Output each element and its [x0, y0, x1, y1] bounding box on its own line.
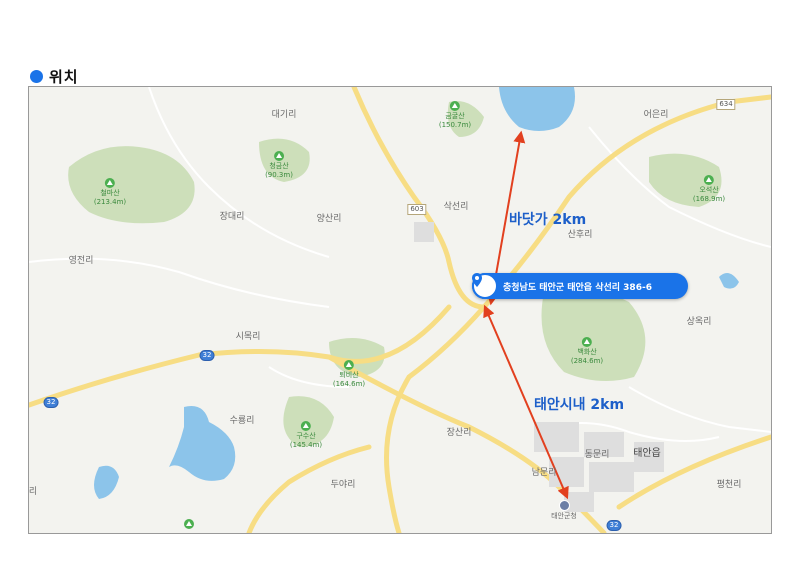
office-icon [559, 500, 570, 511]
place-label: 어은리 [643, 110, 669, 120]
mountain-icon [300, 421, 311, 431]
location-pin-icon [472, 273, 498, 299]
place-label: 남문리 [531, 468, 557, 478]
seaside-distance-label: 바닷가 2km [509, 212, 587, 228]
mountain-marker: 철마산 (213.4m) [94, 178, 126, 207]
place-label: 장산리 [446, 428, 472, 438]
mountain-icon [703, 175, 714, 185]
location-map[interactable]: 634 603 32 32 32 대기리 어은리 삭선리 산후리 장대리 양산리… [28, 86, 772, 534]
mountain-icon [274, 151, 284, 161]
place-label: 수룡리 [229, 416, 255, 426]
place-label: 장대리 [219, 212, 245, 222]
address-marker[interactable]: 충청남도 태안군 태안읍 삭선리 386-6 [472, 273, 688, 299]
road-badge-603: 603 [407, 204, 427, 215]
minor-roads [29, 87, 771, 442]
mountain-icon [581, 337, 592, 347]
mountain-marker [184, 519, 194, 530]
mountain-marker: 퇴비산 (164.6m) [333, 360, 365, 389]
mountain-icon [184, 519, 194, 529]
road-badge-32: 32 [199, 350, 215, 361]
downtown-distance-label: 태안시내 2km [534, 397, 625, 413]
mountain-marker: 청금산 (90.3m) [265, 151, 293, 180]
mountain-marker: 백화산 (284.6m) [571, 337, 603, 366]
map-canvas [29, 87, 771, 533]
bullet-dot-icon [30, 70, 43, 83]
mountain-icon [449, 101, 460, 111]
address-text: 충청남도 태안군 태안읍 삭선리 386-6 [503, 282, 652, 293]
mountain-marker: 오석산 (168.9m) [693, 175, 725, 204]
town-label: 태안읍 [633, 448, 661, 459]
place-label: 상옥리 [686, 317, 712, 327]
section-header: 위치 [30, 66, 79, 87]
place-label: 양산리 [316, 214, 342, 224]
road-badge-32: 32 [43, 397, 59, 408]
road-badge-634: 634 [716, 99, 736, 110]
place-label: 두야리 [330, 480, 356, 490]
mountain-marker: 금굴산 (150.7m) [439, 101, 471, 130]
office-label: 태안군청 [551, 512, 577, 520]
place-label: 평천리 [716, 480, 742, 490]
place-label: 리 [28, 487, 38, 497]
mountain-marker: 구수산 (145.4m) [290, 421, 322, 450]
place-label: 동문리 [584, 450, 610, 460]
road-badge-32: 32 [606, 520, 622, 531]
section-title: 위치 [49, 68, 79, 86]
place-label: 시목리 [235, 332, 261, 342]
place-label: 삭선리 [443, 202, 469, 212]
mountain-icon [343, 360, 354, 370]
place-label: 영전리 [68, 256, 94, 266]
place-label: 대기리 [271, 110, 297, 120]
mountain-icon [104, 178, 115, 188]
